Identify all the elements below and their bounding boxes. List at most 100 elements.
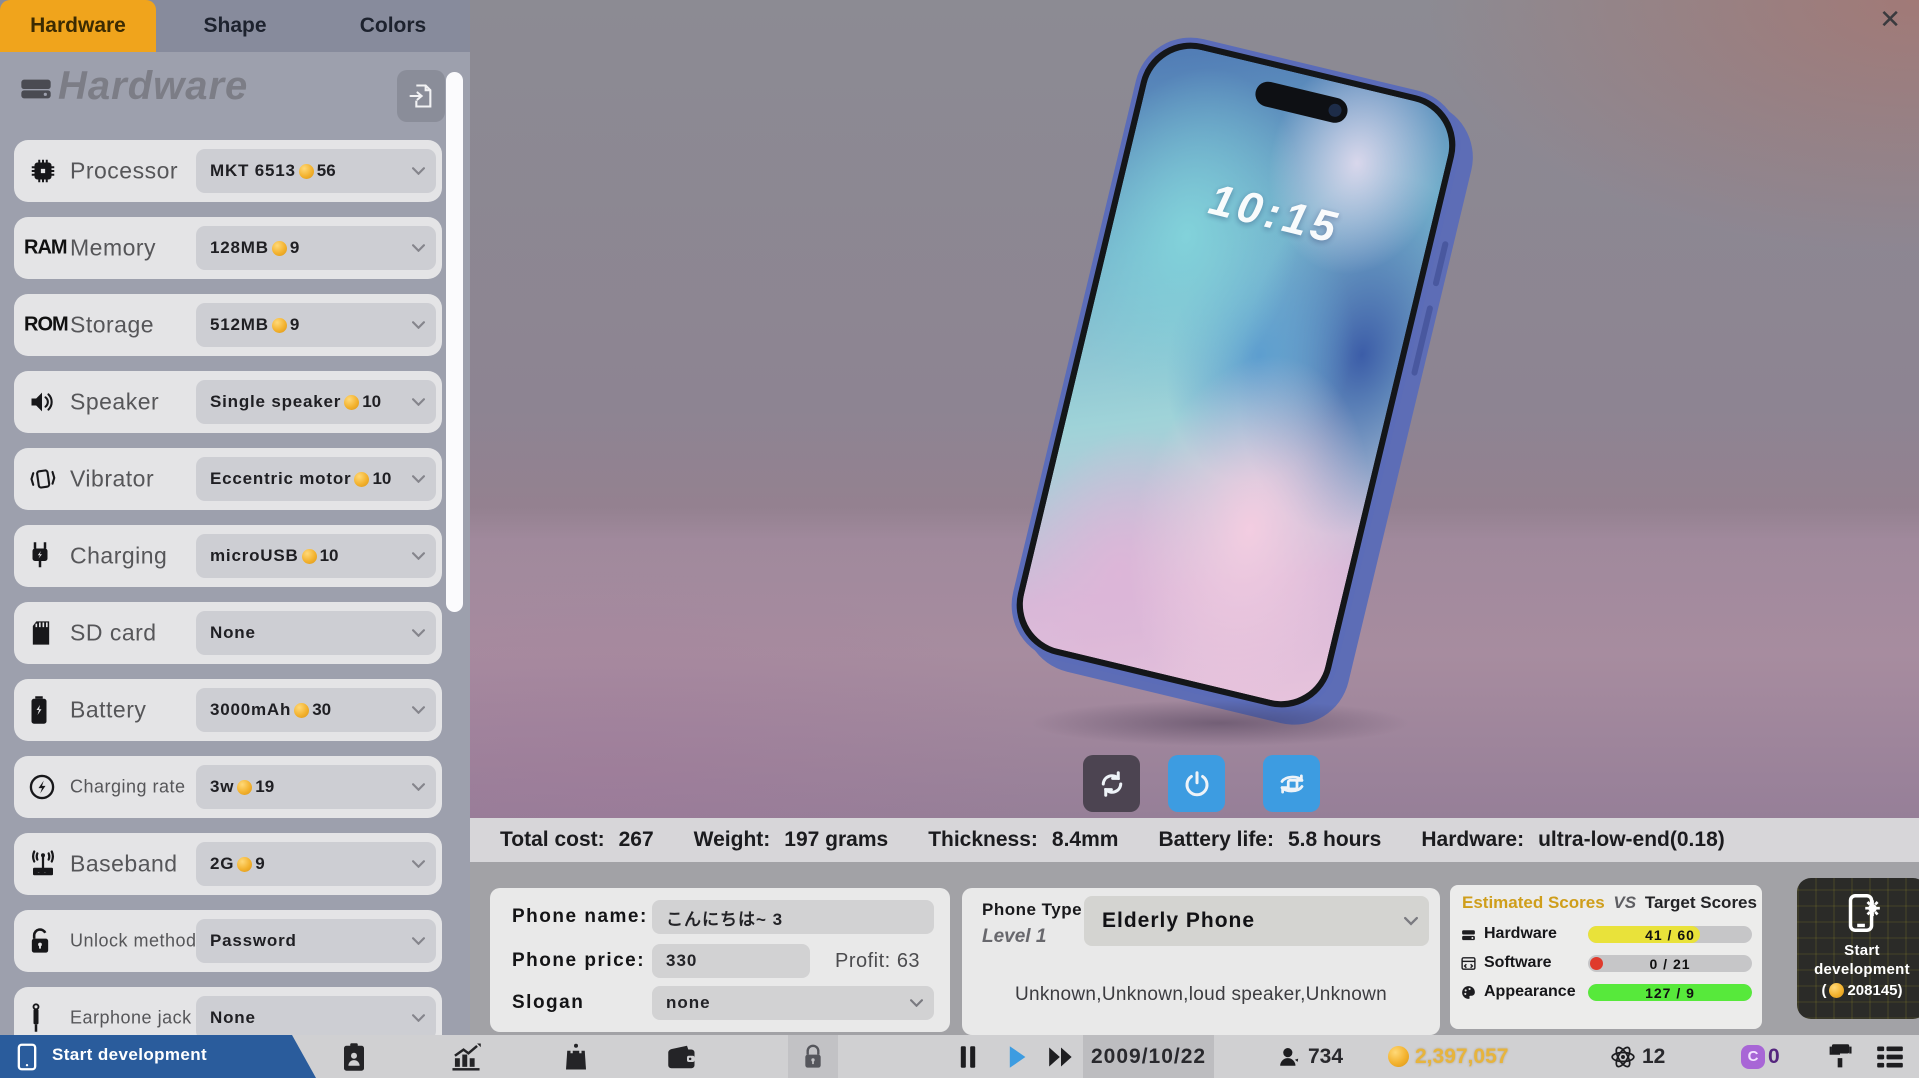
row-storage: ROM Storage 512MB 9 xyxy=(14,294,442,356)
unlock-method-dropdown[interactable]: Password xyxy=(196,919,436,963)
scores-panel: Estimated Scores VS Target Scores Hardwa… xyxy=(1450,885,1762,1029)
tab-hardware[interactable]: Hardware xyxy=(0,0,156,52)
start-development-cost: ( 208145 ) xyxy=(1821,982,1902,999)
hardware-icon xyxy=(1460,926,1477,943)
chevron-down-icon xyxy=(412,629,425,637)
row-vibrator: Vibrator Eccentric motor 10 xyxy=(14,448,442,510)
charging-dropdown[interactable]: microUSB 10 xyxy=(196,534,436,578)
paren-close: ) xyxy=(1898,982,1903,999)
chevron-down-icon xyxy=(412,937,425,945)
row-charging: Charging microUSB 10 xyxy=(14,525,442,587)
money-counter[interactable]: 2,397,057 xyxy=(1388,1035,1508,1078)
thickness-value: 8.4mm xyxy=(1052,828,1119,852)
target-scores-label: Target Scores xyxy=(1645,893,1757,912)
unlock-method-value: Password xyxy=(210,931,297,951)
locked-feature-button[interactable] xyxy=(788,1035,838,1078)
charging-rate-dropdown[interactable]: 3w 19 xyxy=(196,765,436,809)
software-icon xyxy=(1460,955,1477,972)
close-icon[interactable]: ✕ xyxy=(1879,6,1901,32)
hardware-disk-icon xyxy=(20,76,52,102)
phone-type-features: Unknown,Unknown,loud speaker,Unknown xyxy=(962,984,1440,1006)
software-score-text: 0 / 21 xyxy=(1588,955,1752,972)
paint-button[interactable] xyxy=(1820,1035,1860,1078)
hardware-score-row: Hardware 41 / 60 xyxy=(1460,925,1752,945)
appearance-score-text: 127 / 9 xyxy=(1588,984,1752,1001)
appearance-icon xyxy=(1460,984,1477,1001)
camera-dot xyxy=(1327,102,1343,118)
wallet-icon xyxy=(667,1043,697,1071)
baseband-dropdown[interactable]: 2G 9 xyxy=(196,842,436,886)
power-screen-button[interactable] xyxy=(1168,755,1225,812)
phone-price-label: Phone price: xyxy=(512,950,645,972)
coin-icon xyxy=(1829,983,1844,998)
vibrator-cost: 10 xyxy=(372,469,391,489)
play-button[interactable] xyxy=(1000,1035,1034,1078)
storage-cost: 9 xyxy=(290,315,299,335)
pause-button[interactable] xyxy=(952,1035,984,1078)
phone-type-dropdown[interactable]: Elderly Phone xyxy=(1084,896,1429,946)
storage-dropdown[interactable]: 512MB 9 xyxy=(196,303,436,347)
import-document-icon xyxy=(408,82,434,110)
memory-cost: 9 xyxy=(290,238,299,258)
shop-button[interactable] xyxy=(556,1035,596,1078)
hardware-sidebar: Hardware Shape Colors Hardware xyxy=(0,0,470,1035)
chevron-down-icon xyxy=(412,1014,425,1022)
memory-label: Memory xyxy=(70,235,156,262)
chevron-down-icon xyxy=(412,321,425,329)
profit-value: 63 xyxy=(897,950,920,972)
chart-icon xyxy=(450,1042,482,1072)
sidebar-scrollbar-thumb[interactable] xyxy=(446,72,463,612)
appearance-score-label: Appearance xyxy=(1484,983,1576,1001)
slogan-dropdown[interactable]: none xyxy=(652,986,934,1020)
finance-button[interactable] xyxy=(660,1035,704,1078)
battery-dropdown[interactable]: 3000mAh 30 xyxy=(196,688,436,732)
export-config-button[interactable] xyxy=(397,70,445,122)
phone-type-title: Phone Type xyxy=(982,900,1082,920)
coin-icon xyxy=(299,164,314,179)
charging-rate-value: 3w xyxy=(210,777,234,797)
paint-roller-icon xyxy=(1827,1042,1853,1072)
chevron-down-icon xyxy=(412,244,425,252)
money-value: 2,397,057 xyxy=(1415,1045,1508,1069)
weight-value: 197 grams xyxy=(784,828,888,852)
fans-counter[interactable]: 734 xyxy=(1278,1035,1343,1078)
memory-dropdown[interactable]: 128MB 9 xyxy=(196,226,436,270)
market-stats-button[interactable] xyxy=(444,1035,488,1078)
earphone-jack-dropdown[interactable]: None xyxy=(196,996,436,1040)
chevron-down-icon xyxy=(412,783,425,791)
total-cost-label: Total cost: xyxy=(500,828,605,852)
storage-label: Storage xyxy=(70,312,154,339)
phone-name-input[interactable]: こんにちは~ 3 xyxy=(652,900,934,934)
rom-icon: ROM xyxy=(24,314,68,337)
charging-cost: 10 xyxy=(320,546,339,566)
phone-type-value: Elderly Phone xyxy=(1102,909,1255,933)
processor-label: Processor xyxy=(70,158,178,185)
staff-badge-button[interactable] xyxy=(334,1035,374,1078)
fast-forward-button[interactable] xyxy=(1042,1035,1080,1078)
shopping-bag-icon xyxy=(563,1042,589,1072)
battery-value: 3000mAh xyxy=(210,700,291,720)
storage-value: 512MB xyxy=(210,315,269,335)
power-icon xyxy=(1182,769,1212,799)
start-development-button[interactable]: Start development ( 208145 ) xyxy=(1797,878,1919,1019)
processor-dropdown[interactable]: MKT 6513 56 xyxy=(196,149,436,193)
research-counter[interactable]: 12 xyxy=(1610,1035,1665,1078)
phone-screen-wallpaper: 10:15 xyxy=(1013,39,1458,710)
menu-list-button[interactable] xyxy=(1870,1035,1910,1078)
tab-colors[interactable]: Colors xyxy=(318,0,468,52)
rotate-phone-button[interactable] xyxy=(1263,755,1320,812)
phone-identity-panel: Phone name: こんにちは~ 3 Phone price: 330 Pr… xyxy=(490,888,950,1032)
game-date[interactable]: 2009/10/22 xyxy=(1083,1035,1214,1078)
phone-3d-model[interactable]: 10:15 xyxy=(1000,26,1472,724)
row-unlock-method: Unlock method Password xyxy=(14,910,442,972)
hardware-score-bar: 41 / 60 xyxy=(1588,926,1752,943)
vibrator-dropdown[interactable]: Eccentric motor 10 xyxy=(196,457,436,501)
currency-c-counter[interactable]: C 0 xyxy=(1741,1035,1780,1078)
phone-shadow xyxy=(1030,700,1410,746)
tab-shape[interactable]: Shape xyxy=(160,0,310,52)
speaker-dropdown[interactable]: Single speaker 10 xyxy=(196,380,436,424)
phone-price-input[interactable]: 330 xyxy=(652,944,810,978)
rotate-view-button[interactable] xyxy=(1083,755,1140,812)
sd-card-dropdown[interactable]: None xyxy=(196,611,436,655)
coin-icon xyxy=(302,549,317,564)
